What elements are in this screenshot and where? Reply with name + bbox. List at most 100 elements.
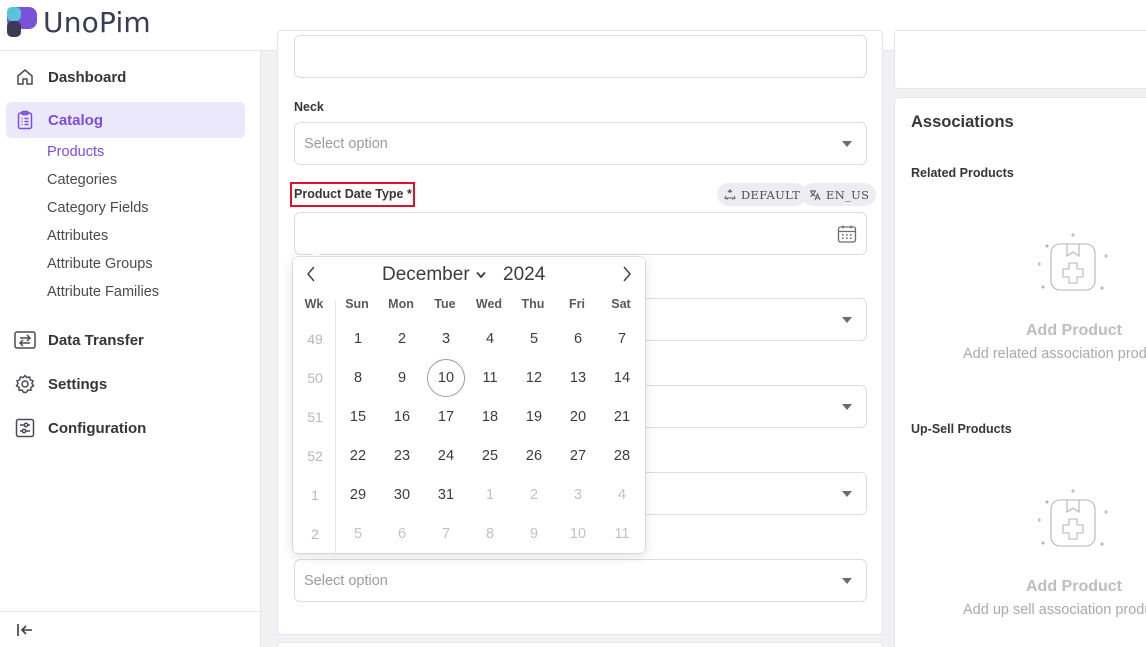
calendar-day[interactable]: 6 — [559, 320, 597, 358]
calendar-day[interactable]: 4 — [471, 320, 509, 358]
calendar-day[interactable]: 29 — [339, 476, 377, 514]
calendar-day[interactable]: 22 — [339, 437, 377, 475]
chevron-down-icon — [475, 271, 486, 279]
calendar-day[interactable]: 10 — [427, 359, 465, 397]
logo-text: UnoPim — [43, 5, 151, 39]
calendar-day[interactable]: 2 — [383, 320, 421, 358]
app-logo[interactable]: UnoPim — [7, 5, 151, 39]
calendar-day[interactable]: 4 — [603, 476, 641, 514]
sidebar-item-settings[interactable]: Settings — [6, 366, 245, 402]
prev-month-button[interactable] — [305, 265, 317, 288]
calendar-day[interactable]: 8 — [339, 359, 377, 397]
chevron-down-icon — [842, 491, 852, 497]
calendar-day[interactable]: 19 — [515, 398, 553, 436]
related-products-label: Related Products — [911, 166, 1014, 180]
calendar-day[interactable]: 28 — [603, 437, 641, 475]
upsell-add-product-desc: Add up sell association products — [963, 602, 1146, 618]
calendar-day[interactable]: 14 — [603, 359, 641, 397]
week-number: 2 — [311, 526, 319, 542]
week-number: 52 — [307, 448, 323, 464]
calendar-day[interactable]: 7 — [427, 515, 465, 553]
chevron-down-icon — [842, 317, 852, 323]
weekday-header: Sun — [345, 297, 369, 311]
calendar-day[interactable]: 24 — [427, 437, 465, 475]
clipboard-icon — [14, 109, 36, 131]
chevron-down-icon — [842, 578, 852, 584]
year-input[interactable]: 2024 — [503, 264, 545, 286]
calendar-day[interactable]: 21 — [603, 398, 641, 436]
highlight-box — [290, 182, 415, 207]
next-month-button[interactable] — [621, 265, 633, 288]
calendar-day[interactable]: 6 — [383, 515, 421, 553]
calendar-day[interactable]: 16 — [383, 398, 421, 436]
weekday-header: Wed — [475, 297, 503, 311]
product-date-input[interactable] — [294, 212, 867, 255]
calendar-day[interactable]: 5 — [339, 515, 377, 553]
sidebar-subitem-attribute-families[interactable]: Attribute Families — [47, 284, 159, 300]
date-picker: December 2024 Wk Sun Mon Tue Wed Thu Fri Sat 49 1… — [293, 257, 645, 553]
calendar-day[interactable]: 15 — [339, 398, 377, 436]
calendar-icon[interactable] — [837, 224, 857, 249]
weekday-header: Fri — [569, 297, 585, 311]
calendar-day[interactable]: 23 — [383, 437, 421, 475]
previous-field-input[interactable] — [294, 35, 867, 78]
calendar-day[interactable]: 5 — [515, 320, 553, 358]
sidebar-item-catalog[interactable]: Catalog — [6, 102, 245, 138]
sidebar-subitem-attribute-groups[interactable]: Attribute Groups — [47, 256, 153, 272]
calendar-day[interactable]: 9 — [515, 515, 553, 553]
sidebar: Dashboard Catalog Products Categories Ca… — [0, 51, 261, 647]
calendar-day[interactable]: 3 — [427, 320, 465, 358]
weekday-header: Tue — [434, 297, 456, 311]
week-number: 1 — [311, 487, 319, 503]
calendar-day[interactable]: 31 — [427, 476, 465, 514]
sidebar-item-label: Settings — [48, 375, 108, 393]
sidebar-item-label: Dashboard — [48, 68, 127, 86]
calendar-day[interactable]: 11 — [603, 515, 641, 553]
calendar-day[interactable]: 20 — [559, 398, 597, 436]
sidebar-subitem-category-fields[interactable]: Category Fields — [47, 200, 149, 216]
sidebar-item-configuration[interactable]: Configuration — [6, 410, 245, 446]
translate-icon — [810, 189, 821, 200]
calendar-day[interactable]: 12 — [515, 359, 553, 397]
related-add-product-title[interactable]: Add Product — [1026, 322, 1122, 340]
calendar-day[interactable]: 10 — [559, 515, 597, 553]
calendar-day[interactable]: 17 — [427, 398, 465, 436]
sidebar-item-label: Configuration — [48, 419, 147, 437]
sidebar-item-data-transfer[interactable]: Data Transfer — [6, 322, 245, 358]
calendar-day[interactable]: 11 — [471, 359, 509, 397]
calendar-day[interactable]: 7 — [603, 320, 641, 358]
week-number: 49 — [307, 331, 323, 347]
calendar-day[interactable]: 18 — [471, 398, 509, 436]
calendar-day[interactable]: 30 — [383, 476, 421, 514]
calendar-day[interactable]: 27 — [559, 437, 597, 475]
calendar-day[interactable]: 25 — [471, 437, 509, 475]
next-card — [277, 642, 883, 647]
calendar-day[interactable]: 1 — [339, 320, 377, 358]
calendar-day[interactable]: 26 — [515, 437, 553, 475]
month-label: December — [382, 264, 470, 285]
calendar-day[interactable]: 1 — [471, 476, 509, 514]
sidebar-subitem-attributes[interactable]: Attributes — [47, 228, 108, 244]
sidebar-subitem-categories[interactable]: Categories — [47, 172, 117, 188]
calendar-day[interactable]: 8 — [471, 515, 509, 553]
sidebar-item-label: Catalog — [48, 111, 104, 129]
weekday-header: Mon — [388, 297, 414, 311]
calendar-day[interactable]: 13 — [559, 359, 597, 397]
chevron-down-icon — [842, 141, 852, 147]
locale-chip-label: EN_US — [826, 187, 870, 202]
calendar-day[interactable]: 9 — [383, 359, 421, 397]
collapse-sidebar-icon[interactable] — [16, 622, 34, 643]
weekday-header: Thu — [521, 297, 545, 311]
neck-select[interactable]: Select option — [294, 122, 867, 165]
calendar-day[interactable]: 3 — [559, 476, 597, 514]
channel-chip: DEFAULT — [717, 183, 808, 206]
week-number: 50 — [307, 370, 323, 386]
month-select[interactable]: December — [382, 264, 486, 286]
logo-icon — [7, 7, 37, 37]
sidebar-item-dashboard[interactable]: Dashboard — [6, 59, 245, 95]
right-top-card — [894, 30, 1146, 89]
select-field-4[interactable]: Select option — [294, 559, 867, 602]
upsell-add-product-title[interactable]: Add Product — [1026, 578, 1122, 596]
calendar-day[interactable]: 2 — [515, 476, 553, 514]
sidebar-subitem-products[interactable]: Products — [47, 144, 104, 160]
